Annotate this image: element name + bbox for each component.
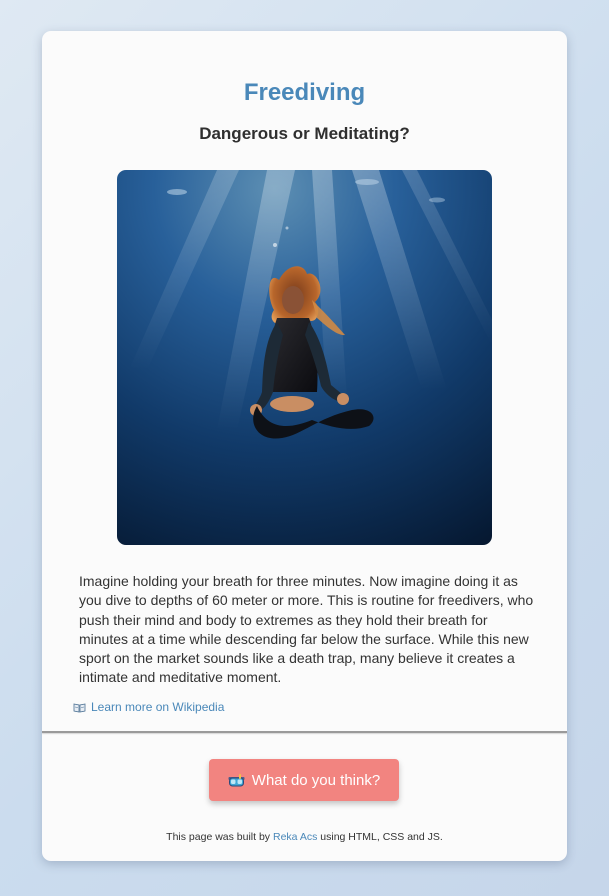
wikipedia-link-label: Learn more on Wikipedia	[91, 700, 225, 714]
footer: This page was built by Reka Acs using HT…	[42, 831, 567, 843]
what-do-you-think-label: What do you think?	[251, 771, 381, 789]
card: Freediving Dangerous or Meditating? Imag…	[42, 31, 567, 861]
description-text: Imagine holding your breath for three mi…	[79, 573, 534, 686]
page-subtitle: Dangerous or Meditating?	[199, 124, 410, 143]
open-book-icon	[73, 702, 86, 713]
diving-mask-icon	[228, 773, 245, 787]
footer-suffix: using HTML, CSS and JS.	[320, 831, 443, 843]
what-do-you-think-button[interactable]: What do you think?	[209, 759, 399, 801]
page-title: Freediving	[243, 79, 366, 106]
divider	[42, 731, 567, 733]
wikipedia-link[interactable]: Learn more on Wikipedia	[73, 700, 224, 714]
author-link[interactable]: Reka Acs	[273, 831, 317, 843]
freediver-photo	[117, 170, 492, 545]
footer-prefix: This page was built by	[166, 831, 271, 843]
